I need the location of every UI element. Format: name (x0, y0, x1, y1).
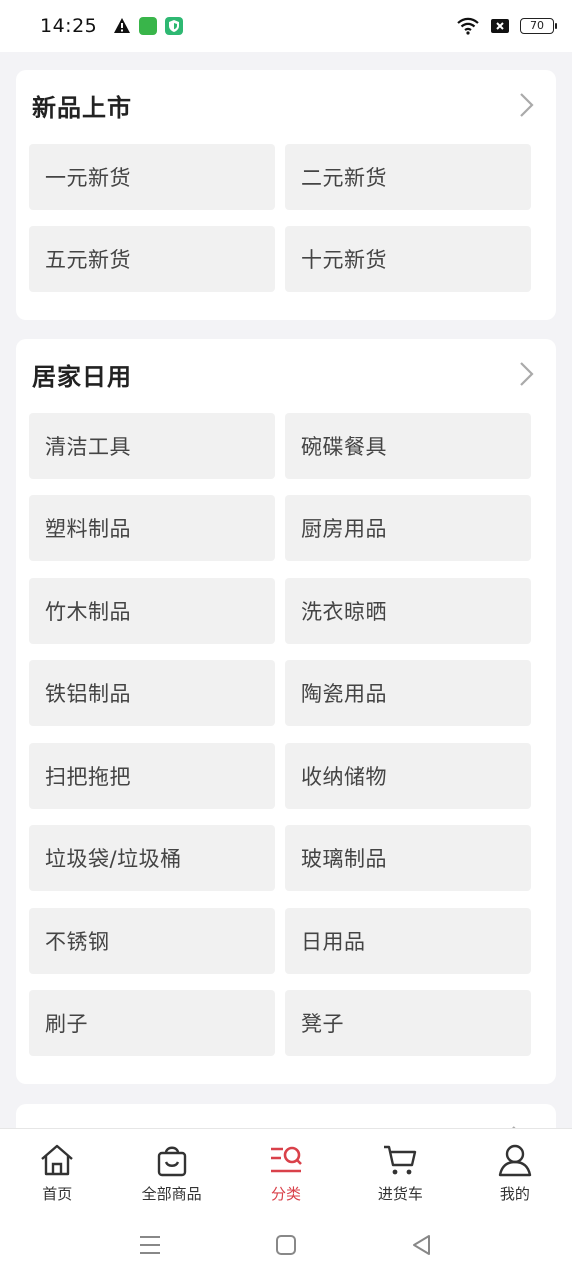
section-card-new-arrivals: 新品上市 一元新货 二元新货 五元新货 十元新货 (16, 70, 556, 320)
status-time: 14:25 (40, 15, 98, 37)
section-title: 居家日用 (32, 362, 132, 391)
category-item[interactable]: 塑料制品 (29, 495, 275, 561)
home-icon (41, 1144, 73, 1176)
menu-icon[interactable] (137, 1232, 163, 1258)
sim-off-icon (491, 19, 509, 33)
status-notification-icons (113, 17, 184, 35)
category-item[interactable]: 陶瓷用品 (285, 660, 531, 726)
cart-icon (384, 1145, 417, 1175)
category-item[interactable]: 二元新货 (285, 144, 531, 210)
category-item[interactable]: 一元新货 (29, 144, 275, 210)
app-icon-green (139, 17, 158, 35)
tab-cart[interactable]: 进货车 (343, 1129, 457, 1210)
section-title: 新品上市 (32, 93, 132, 122)
tab-profile[interactable]: 我的 (458, 1129, 572, 1210)
category-search-icon (271, 1146, 302, 1173)
section-card-home-daily: 居家日用 清洁工具 碗碟餐具 塑料制品 厨房用品 竹木制品 洗衣晾晒 铁铝制品 … (16, 339, 556, 1084)
tab-all-products[interactable]: 全部商品 (114, 1129, 228, 1210)
tab-home[interactable]: 首页 (0, 1129, 114, 1210)
category-item[interactable]: 刷子 (29, 990, 275, 1056)
category-item[interactable]: 竹木制品 (29, 578, 275, 644)
battery-indicator: 70 (520, 18, 557, 34)
section-header[interactable]: 新品上市 (16, 70, 556, 140)
tab-category[interactable]: 分类 (229, 1129, 343, 1210)
shopping-bag-icon (157, 1146, 186, 1177)
chevron-right-icon[interactable] (512, 91, 540, 119)
category-content[interactable]: 新品上市 一元新货 二元新货 五元新货 十元新货 居家日用 清洁工具 碗碟餐具 … (0, 52, 572, 1128)
category-item[interactable]: 清洁工具 (29, 413, 275, 479)
status-system-icons: 70 (456, 17, 557, 35)
tab-label: 首页 (42, 1185, 73, 1203)
tab-label: 分类 (271, 1185, 302, 1203)
user-icon (498, 1144, 532, 1177)
system-navigation-bar (0, 1210, 572, 1280)
chevron-right-icon[interactable] (512, 360, 540, 388)
category-item[interactable]: 不锈钢 (29, 908, 275, 974)
category-item[interactable]: 厨房用品 (285, 495, 531, 561)
category-item[interactable]: 十元新货 (285, 226, 531, 292)
back-triangle-icon[interactable] (409, 1232, 435, 1258)
category-item[interactable]: 碗碟餐具 (285, 413, 531, 479)
warning-icon (114, 18, 131, 33)
wifi-icon (457, 17, 479, 35)
status-bar: 14:25 70 (0, 0, 572, 52)
category-item[interactable]: 五元新货 (29, 226, 275, 292)
category-item[interactable]: 扫把拖把 (29, 743, 275, 809)
bottom-tab-bar: 首页 全部商品 分类 进货车 我的 (0, 1128, 572, 1210)
section-header[interactable]: 居家日用 (16, 339, 556, 409)
category-item[interactable]: 垃圾袋/垃圾桶 (29, 825, 275, 891)
category-item[interactable]: 凳子 (285, 990, 531, 1056)
category-item[interactable]: 收纳储物 (285, 743, 531, 809)
section-card-partial (16, 1104, 556, 1128)
tab-label: 我的 (499, 1185, 530, 1203)
category-item[interactable]: 铁铝制品 (29, 660, 275, 726)
tab-label: 进货车 (377, 1185, 423, 1203)
category-item[interactable]: 玻璃制品 (285, 825, 531, 891)
home-square-icon[interactable] (273, 1232, 299, 1258)
tab-label: 全部商品 (141, 1185, 202, 1203)
shield-icon-green (165, 17, 184, 35)
category-item[interactable]: 洗衣晾晒 (285, 578, 531, 644)
category-item[interactable]: 日用品 (285, 908, 531, 974)
